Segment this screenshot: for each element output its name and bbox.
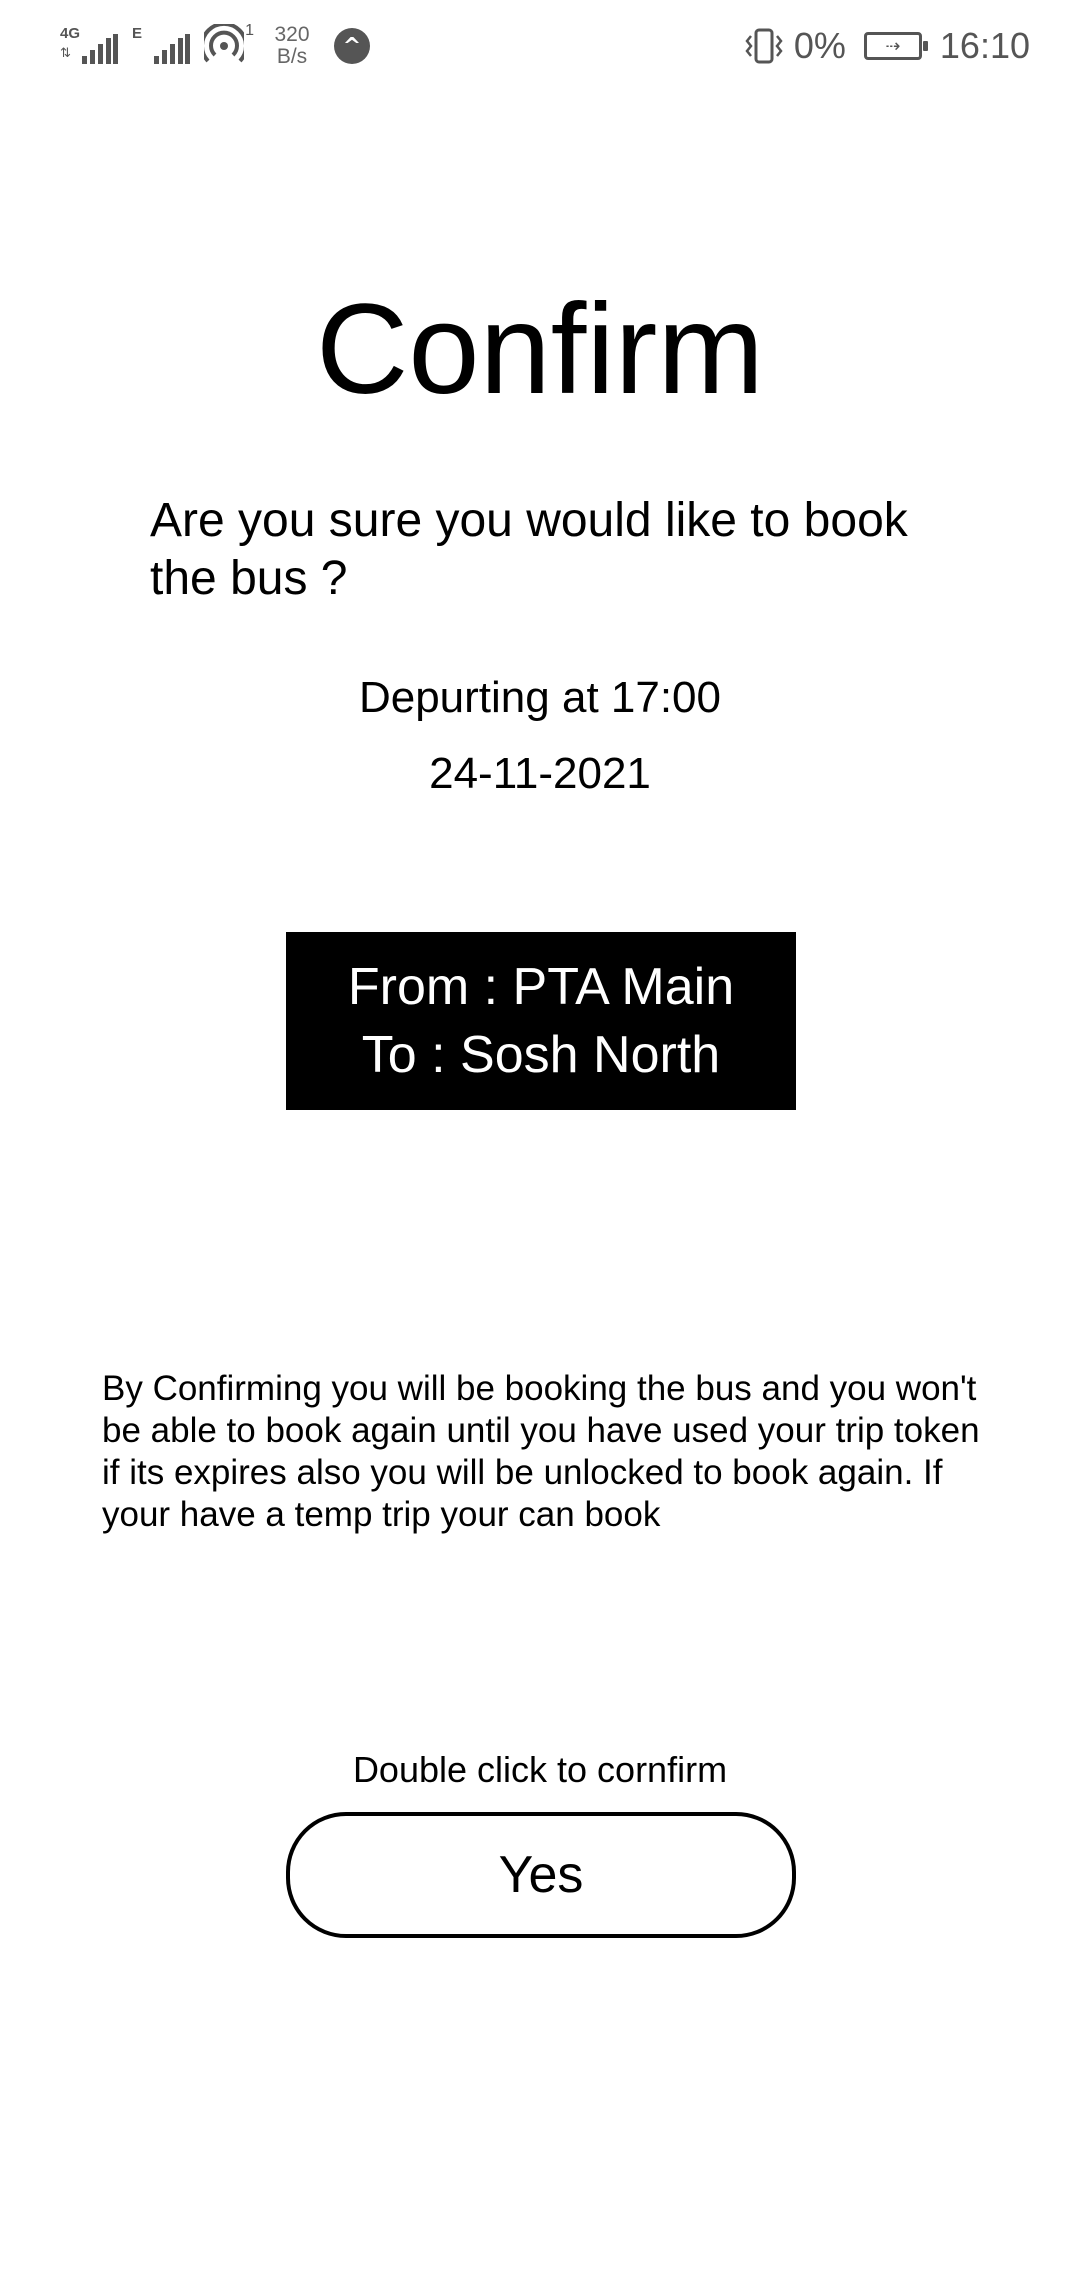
departure-time: Depurting at 17:00 <box>358 673 722 722</box>
status-bar-right: 0% ⇢ 16:10 <box>744 18 1030 74</box>
status-bar-left: 4G ⇅ E 1 320 B/s ^ <box>60 18 370 74</box>
notification-icon: ^ <box>334 28 370 64</box>
hotspot-icon: 1 <box>200 21 254 68</box>
booking-disclaimer: By Confirming you will be booking the bu… <box>102 1369 980 1534</box>
signal-4g-icon: 4G ⇅ <box>60 24 118 68</box>
status-bar: 4G ⇅ E 1 320 B/s ^ 0% ⇢ 16:10 <box>0 0 1080 96</box>
route-to: To : Sosh North <box>361 1026 721 1084</box>
vibrate-icon <box>745 28 783 64</box>
route-from: From : PTA Main <box>347 958 735 1016</box>
battery-percent: 0% <box>793 25 846 66</box>
confirm-question: Are you sure you would like to book the … <box>150 494 908 605</box>
confirm-hint: Double click to cornfirm <box>352 1749 728 1790</box>
battery-charging-icon: ⇢ <box>863 32 928 60</box>
clock: 16:10 <box>939 25 1030 66</box>
signal-e-icon: E <box>132 24 190 68</box>
departure-date: 24-11-2021 <box>429 749 651 798</box>
yes-button[interactable]: Yes <box>286 1812 796 1938</box>
route-box: From : PTA Main To : Sosh North <box>286 932 796 1110</box>
network-speed: 320 B/s <box>274 23 310 68</box>
page-title: Confirm <box>315 278 765 421</box>
